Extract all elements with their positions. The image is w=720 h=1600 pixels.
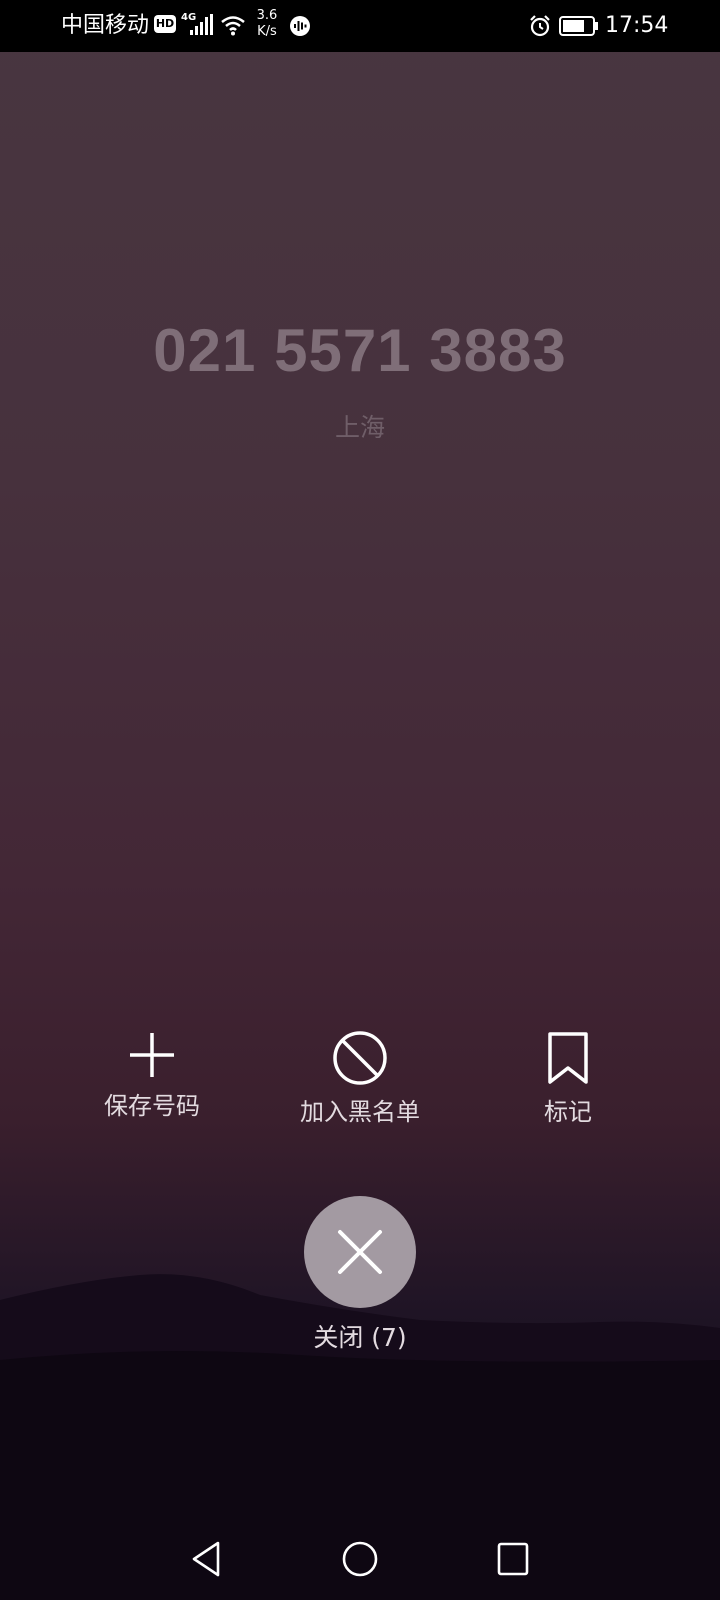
battery-icon <box>559 16 598 36</box>
wifi-icon <box>221 16 245 36</box>
speed-value: 3.6 <box>256 8 278 23</box>
bookmark-icon <box>548 1032 588 1084</box>
save-number-button[interactable]: 保存号码 <box>42 1030 262 1122</box>
prohibited-icon <box>333 1031 387 1085</box>
voice-assistant-icon <box>290 16 310 36</box>
clock-time: 17:54 <box>605 13 669 38</box>
status-bar: 中国移动 HD 4G 3.6 K/s 17:54 <box>0 0 720 52</box>
home-circle-icon[interactable] <box>341 1539 379 1579</box>
alarm-icon <box>530 15 550 37</box>
call-ended-screen: 中国移动 HD 4G 3.6 K/s 17:54 021 5571 3883 上… <box>0 0 720 1600</box>
add-to-blacklist-label: 加入黑名单 <box>300 1098 420 1126</box>
network-speed: 3.6 K/s <box>252 8 282 40</box>
plus-icon <box>130 1033 174 1077</box>
add-to-blacklist-button[interactable]: 加入黑名单 <box>250 1030 470 1128</box>
close-countdown-label: 关闭 (7) <box>313 1323 407 1352</box>
hd-badge: HD <box>154 15 176 33</box>
close-button[interactable] <box>304 1196 416 1308</box>
caller-phone-number: 021 5571 3883 <box>153 317 567 384</box>
recents-square-icon[interactable] <box>494 1539 532 1579</box>
carrier-name: 中国移动 <box>61 13 150 38</box>
save-number-label: 保存号码 <box>104 1092 200 1120</box>
back-triangle-icon[interactable] <box>188 1539 224 1579</box>
speed-unit: K/s <box>257 24 277 39</box>
mark-button[interactable]: 标记 <box>458 1030 678 1128</box>
signal-icon <box>190 14 213 35</box>
mark-label: 标记 <box>544 1098 592 1126</box>
caller-location: 上海 <box>334 413 385 442</box>
close-icon <box>338 1230 382 1274</box>
